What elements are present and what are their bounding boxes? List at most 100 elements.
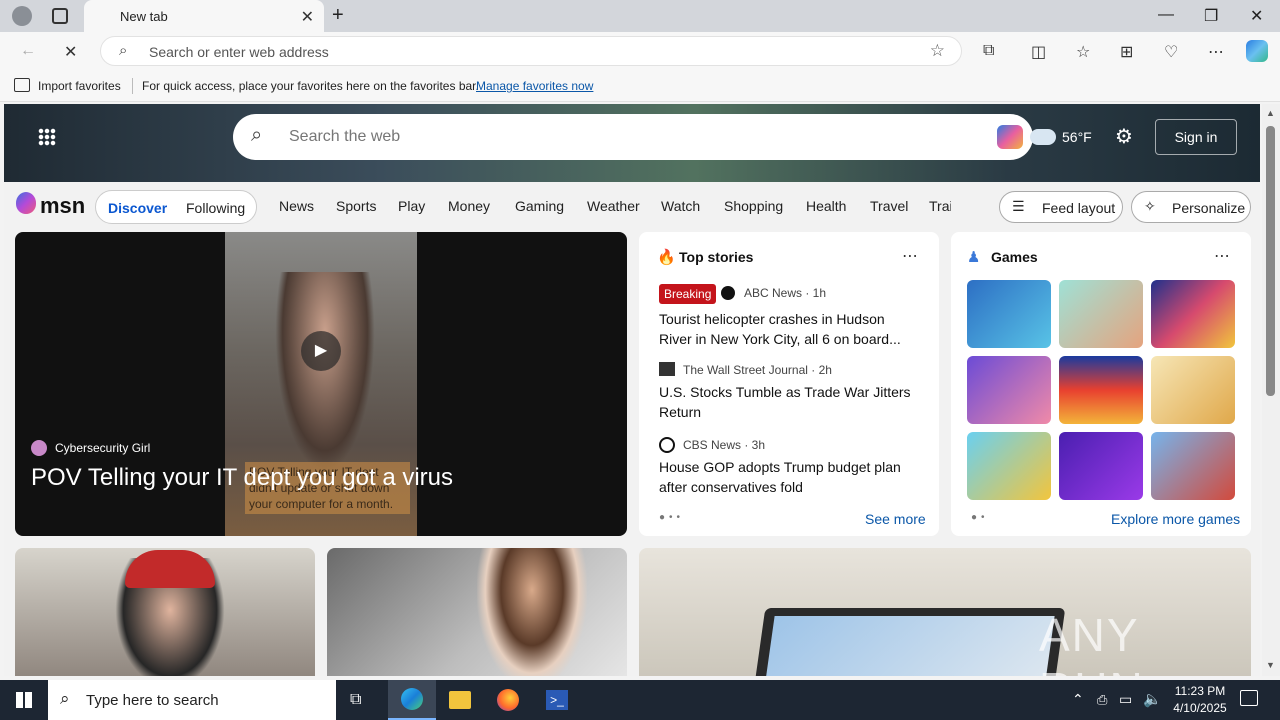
tab-following[interactable]: Following <box>186 200 245 216</box>
temperature[interactable]: 56°F <box>1062 129 1092 145</box>
top-stories-card: 🔥 Top stories ⋯ Breaking ABC News · 1h T… <box>639 232 939 536</box>
pager-dots[interactable]: ●•• <box>659 512 684 523</box>
nav-gaming[interactable]: Gaming <box>515 198 564 214</box>
game-tile[interactable] <box>1151 356 1235 424</box>
more-options-icon[interactable]: ⋯ <box>1214 246 1230 266</box>
play-icon[interactable]: ▶ <box>301 331 341 371</box>
nav-shopping[interactable]: Shopping <box>724 198 783 214</box>
stop-icon[interactable]: ✕ <box>64 42 77 62</box>
minimize-icon[interactable]: — <box>1158 6 1174 24</box>
story-title[interactable]: House GOP adopts Trump budget plan after… <box>659 457 919 497</box>
address-placeholder: Search or enter web address <box>149 44 329 60</box>
close-window-icon[interactable]: ✕ <box>1250 6 1263 26</box>
settings-gear-icon[interactable]: ⚙ <box>1115 124 1133 149</box>
copilot-search-icon[interactable] <box>997 125 1023 149</box>
edge-taskbar-button[interactable] <box>388 680 436 720</box>
news-image-card[interactable]: ANY RUN <box>639 548 1251 676</box>
tray-app-icon[interactable]: ⎙ <box>1097 692 1107 708</box>
video-card[interactable]: ▶ POV Telling your IT dept didn't update… <box>15 232 627 536</box>
manage-favorites-link[interactable]: Manage favorites now <box>476 79 593 93</box>
photo-person <box>477 548 587 676</box>
taskbar: ⌕ Type here to search ⧉ >_ ⌃ ⎙ ▭ 🔈 11:23… <box>0 680 1280 720</box>
msn-logo[interactable] <box>16 192 36 214</box>
photo-screen <box>763 616 1055 676</box>
firefox-icon[interactable] <box>497 689 519 711</box>
news-image-card[interactable] <box>15 548 315 676</box>
windows-start-icon[interactable] <box>16 692 32 708</box>
game-tile[interactable] <box>1151 280 1235 348</box>
nav-money[interactable]: Money <box>448 198 490 214</box>
favorites-divider <box>132 78 133 94</box>
browser-toolbar: ← ✕ ⌕ Search or enter web address ☆ ⧉ ◫ … <box>0 32 1280 70</box>
search-icon: ⌕ <box>119 42 128 59</box>
more-options-icon[interactable]: ⋯ <box>902 246 918 266</box>
game-tile[interactable] <box>1059 280 1143 348</box>
video-source[interactable]: Cybersecurity Girl <box>55 441 150 455</box>
copilot-icon[interactable] <box>1246 40 1268 62</box>
sign-in-button[interactable]: Sign in <box>1155 119 1237 155</box>
import-favorites-button[interactable]: Import favorites <box>38 79 121 93</box>
browser-essentials-icon[interactable]: ♡ <box>1164 42 1178 62</box>
collections-icon[interactable]: ⊞ <box>1120 42 1133 62</box>
tray-chevron-icon[interactable]: ⌃ <box>1072 691 1084 708</box>
scroll-thumb[interactable] <box>1266 126 1275 396</box>
story-title[interactable]: Tourist helicopter crashes in Hudson Riv… <box>659 309 915 349</box>
address-bar[interactable]: ⌕ Search or enter web address ☆ <box>100 36 962 66</box>
clock-date[interactable]: 4/10/2025 <box>1164 701 1236 715</box>
back-icon[interactable]: ← <box>20 42 36 60</box>
powershell-icon[interactable]: >_ <box>546 690 568 710</box>
nav-news[interactable]: News <box>279 198 314 214</box>
nav-traffic[interactable]: Trai <box>929 198 951 214</box>
tab-discover[interactable]: Discover <box>108 200 167 216</box>
page-scrollbar[interactable]: ▲ ▼ <box>1262 104 1280 676</box>
scroll-down-icon[interactable]: ▼ <box>1266 660 1275 670</box>
game-tile[interactable] <box>1059 432 1143 500</box>
new-tab-icon[interactable]: + <box>332 4 344 27</box>
top-stories-heading[interactable]: Top stories <box>679 249 753 265</box>
personalize-button[interactable]: ✧ Personalize <box>1131 191 1251 223</box>
file-explorer-icon[interactable] <box>449 691 471 709</box>
volume-icon[interactable]: 🔈 <box>1143 690 1162 708</box>
clock-time[interactable]: 11:23 PM <box>1170 684 1230 698</box>
games-heading[interactable]: Games <box>991 249 1038 265</box>
restore-icon[interactable]: ❐ <box>1204 6 1218 26</box>
apps-launcher-icon[interactable] <box>38 128 56 146</box>
nav-play[interactable]: Play <box>398 198 425 214</box>
notifications-icon[interactable] <box>1240 690 1258 706</box>
tab-actions-icon[interactable] <box>52 8 68 24</box>
favorites-icon[interactable]: ☆ <box>1076 42 1090 62</box>
game-tile[interactable] <box>967 280 1051 348</box>
msn-logo-text[interactable]: msn <box>40 193 85 219</box>
game-tile[interactable] <box>967 356 1051 424</box>
favorites-hint: For quick access, place your favorites h… <box>142 79 479 93</box>
task-view-icon[interactable]: ⧉ <box>350 691 361 709</box>
game-tile[interactable] <box>1059 356 1143 424</box>
nav-sports[interactable]: Sports <box>336 198 376 214</box>
news-image-card[interactable] <box>327 548 627 676</box>
anyrun-watermark: ANY RUN <box>1039 609 1143 676</box>
network-icon[interactable]: ▭ <box>1119 691 1132 708</box>
taskbar-search[interactable]: ⌕ Type here to search <box>48 680 336 720</box>
see-more-link[interactable]: See more <box>865 511 926 527</box>
hero-banner: ⌕ Search the web 56°F ⚙ Sign in <box>4 104 1260 182</box>
extensions-icon[interactable]: ⧉ <box>983 42 994 60</box>
game-tile[interactable] <box>1151 432 1235 500</box>
story-title[interactable]: U.S. Stocks Tumble as Trade War Jitters … <box>659 382 919 422</box>
pager-dots[interactable]: ●• <box>971 512 989 523</box>
nav-travel[interactable]: Travel <box>870 198 908 214</box>
split-screen-icon[interactable]: ◫ <box>1031 42 1046 62</box>
feed-layout-button[interactable]: ☰ Feed layout <box>999 191 1123 223</box>
explore-games-link[interactable]: Explore more games <box>1111 511 1240 527</box>
game-tile[interactable] <box>967 432 1051 500</box>
nav-health[interactable]: Health <box>806 198 846 214</box>
nav-watch[interactable]: Watch <box>661 198 700 214</box>
profile-icon[interactable] <box>12 6 32 26</box>
more-menu-icon[interactable]: ⋯ <box>1208 42 1224 62</box>
web-search-box[interactable]: ⌕ Search the web <box>233 114 1033 160</box>
close-tab-icon[interactable]: ✕ <box>301 7 314 27</box>
favorite-star-icon[interactable]: ☆ <box>930 41 945 61</box>
tab-new-tab[interactable]: New tab ✕ <box>84 0 324 32</box>
nav-weather[interactable]: Weather <box>587 198 640 214</box>
video-title[interactable]: POV Telling your IT dept you got a virus <box>31 464 453 492</box>
scroll-up-icon[interactable]: ▲ <box>1266 108 1275 118</box>
